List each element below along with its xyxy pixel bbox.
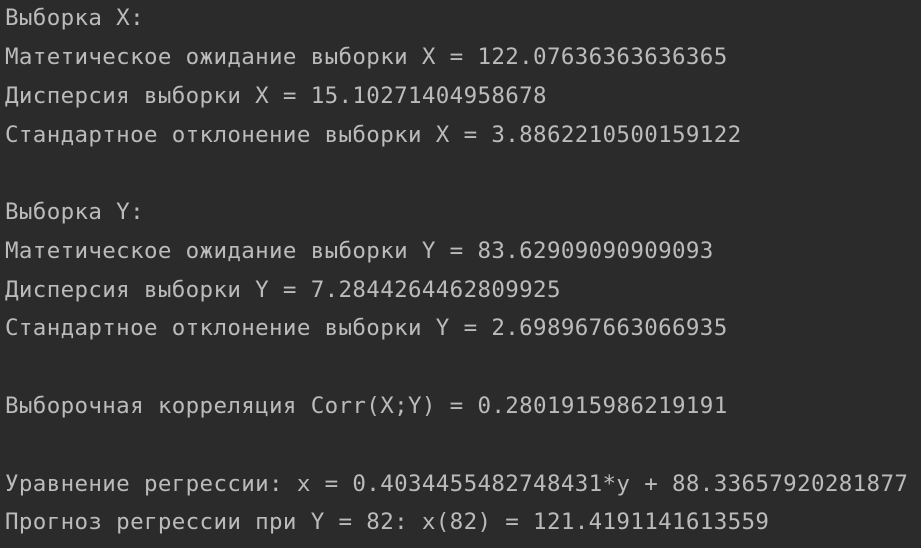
sample-x-heading: Выборка X: (5, 5, 144, 31)
sample-y-mean: Матетическое ожидание выборки Y = 83.629… (5, 238, 714, 264)
sample-x-stddev: Стандартное отклонение выборки X = 3.886… (5, 122, 742, 148)
sample-x-variance: Дисперсия выборки X = 15.10271404958678 (5, 83, 547, 109)
sample-y-heading: Выборка Y: (5, 199, 144, 225)
console-output: Выборка X: Матетическое ожидание выборки… (0, 0, 921, 548)
sample-x-mean: Матетическое ожидание выборки X = 122.07… (5, 44, 728, 70)
sample-y-stddev: Стандартное отклонение выборки Y = 2.698… (5, 315, 728, 341)
correlation-line: Выборочная корреляция Corr(X;Y) = 0.2801… (5, 393, 728, 419)
sample-y-variance: Дисперсия выборки Y = 7.2844264462809925 (5, 277, 561, 303)
regression-forecast-line: Прогноз регрессии при Y = 82: x(82) = 12… (5, 509, 770, 535)
regression-equation-line: Уравнение регрессии: x = 0.4034455482748… (5, 471, 909, 497)
